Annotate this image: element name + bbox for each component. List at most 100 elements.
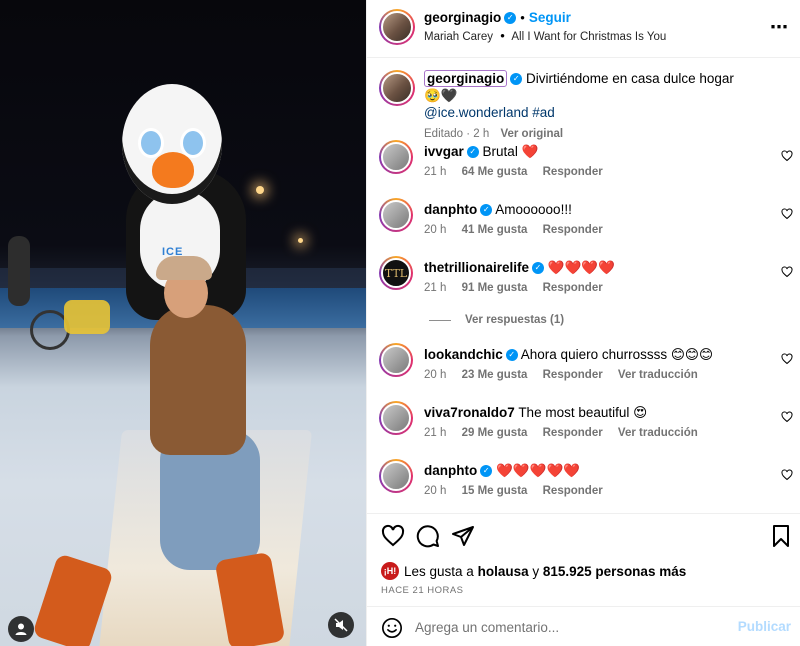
post-actions: ¡H! Les gusta a holausa y 815.925 person… [367, 513, 800, 603]
background-person [8, 236, 30, 306]
comment-composer: Publicar [367, 606, 800, 646]
tagged-users-button[interactable] [8, 616, 34, 642]
light [298, 238, 303, 243]
reply-button[interactable]: Responder [543, 485, 603, 497]
author-avatar[interactable] [379, 9, 415, 45]
comment-likes[interactable]: 29 Me gusta [462, 427, 528, 439]
like-comment-icon[interactable] [781, 411, 793, 423]
comment-item: viva7ronaldo7 The most beautiful 😍 21 h … [367, 401, 800, 457]
comment-meta: 20 h 23 Me gusta Responder Ver traducció… [424, 369, 710, 381]
like-comment-icon[interactable] [781, 469, 793, 481]
comment-item: danphto ✓ ❤️❤️❤️❤️❤️ 20 h 15 Me gusta Res… [367, 459, 800, 515]
comment-text: ❤️❤️❤️❤️❤️ [496, 463, 581, 478]
commenter-username[interactable]: ivvgar [424, 144, 464, 159]
comment-meta: 21 h 91 Me gusta Responder [424, 282, 615, 294]
comment-time: 20 h [424, 485, 447, 497]
comment-likes[interactable]: 41 Me gusta [462, 224, 528, 236]
commenter-avatar[interactable] [379, 459, 413, 493]
likes-summary: ¡H! Les gusta a holausa y 815.925 person… [381, 562, 686, 580]
author-line: georginagio ✓ • Seguir [424, 10, 571, 25]
reply-button[interactable]: Responder [543, 166, 603, 178]
comment-line: danphto ✓ ❤️❤️❤️❤️❤️ [424, 463, 580, 479]
emoji-icon[interactable] [381, 617, 403, 639]
mute-button[interactable] [328, 612, 354, 638]
comment-likes[interactable]: 64 Me gusta [462, 166, 528, 178]
post-panel: georginagio ✓ • Seguir Mariah Carey • Al… [366, 0, 800, 646]
like-icon[interactable] [381, 524, 405, 548]
verified-icon: ✓ [532, 262, 545, 275]
commenter-username[interactable]: danphto [424, 202, 477, 217]
like-comment-icon[interactable] [781, 266, 793, 278]
verified-icon: ✓ [505, 349, 518, 362]
person-cap [156, 256, 212, 280]
like-comment-icon[interactable] [781, 208, 793, 220]
author-username[interactable]: georginagio [424, 10, 501, 25]
like-comment-icon[interactable] [781, 353, 793, 365]
commenter-avatar[interactable] [379, 343, 413, 377]
likes-connector: y [532, 563, 540, 579]
person-coat [150, 305, 246, 455]
follow-button[interactable]: Seguir [529, 10, 571, 25]
reply-button[interactable]: Responder [543, 282, 603, 294]
comment-time: 21 h [424, 282, 447, 294]
commenter-username[interactable]: lookandchic [424, 347, 503, 362]
commenter-username[interactable]: danphto [424, 463, 477, 478]
penguin-eye [180, 128, 206, 158]
view-replies-button[interactable]: Ver respuestas (1) [429, 314, 564, 326]
see-original-button[interactable]: Ver original [500, 128, 563, 140]
caption-author-avatar[interactable] [379, 70, 415, 106]
comment-line: ivvgar ✓ Brutal ❤️ [424, 144, 538, 160]
comment-meta: 21 h 64 Me gusta Responder [424, 166, 615, 178]
comment-text: The most beautiful 😍 [518, 405, 648, 420]
comment-text: Brutal ❤️ [482, 144, 539, 159]
publish-button[interactable]: Publicar [738, 619, 791, 634]
likes-others[interactable]: 815.925 personas más [543, 564, 686, 579]
like-comment-icon[interactable] [781, 150, 793, 162]
caption-username[interactable]: georginagio [424, 70, 508, 87]
comment-text: Ahora quiero churrossss 😊😊😊 [520, 347, 714, 362]
comment-meta: 20 h 41 Me gusta Responder [424, 224, 615, 236]
translate-button[interactable]: Ver traducción [618, 427, 698, 439]
liker-username[interactable]: holausa [478, 564, 529, 579]
verified-icon: ✓ [480, 204, 493, 217]
commenter-avatar[interactable]: TTL [379, 256, 413, 290]
comment-time: 20 h [424, 369, 447, 381]
reply-button[interactable]: Responder [543, 427, 603, 439]
caption-hashtag[interactable]: #ad [532, 105, 555, 120]
avatar-logo: TTL [381, 258, 411, 288]
liker-avatar[interactable]: ¡H! [381, 562, 399, 580]
verified-icon: ✓ [504, 11, 517, 24]
comment-likes[interactable]: 15 Me gusta [462, 485, 528, 497]
comment-likes[interactable]: 23 Me gusta [462, 369, 528, 381]
comment-icon[interactable] [416, 524, 440, 548]
post-media[interactable]: ICE [0, 0, 366, 646]
commenter-username[interactable]: viva7ronaldo7 [424, 405, 515, 420]
comment-line: lookandchic ✓ Ahora quiero churrossss 😊😊😊 [424, 347, 713, 363]
user-icon [15, 623, 27, 635]
song-title: All I Want for Christmas Is You [511, 31, 667, 43]
reply-button[interactable]: Responder [543, 224, 603, 236]
verified-icon: ✓ [510, 73, 523, 86]
replies-line [429, 319, 451, 321]
translate-button[interactable]: Ver traducción [618, 369, 698, 381]
comment-likes[interactable]: 91 Me gusta [462, 282, 528, 294]
light [256, 186, 264, 194]
penguin-eye [138, 128, 164, 158]
song-artist: Mariah Carey [424, 31, 494, 43]
caption-mention[interactable]: @ice.wonderland [424, 105, 529, 120]
save-bookmark-icon[interactable] [769, 524, 793, 548]
comment-meta: 21 h 29 Me gusta Responder Ver traducció… [424, 427, 710, 439]
commenter-avatar[interactable] [379, 198, 413, 232]
audio-line[interactable]: Mariah Carey • All I Want for Christmas … [424, 28, 666, 43]
more-options-icon[interactable]: ⋯ [770, 17, 789, 38]
comment-input[interactable] [415, 616, 715, 638]
comment-time: 21 h [424, 427, 447, 439]
commenter-username[interactable]: thetrillionairelife [424, 260, 529, 275]
commenter-avatar[interactable] [379, 401, 413, 435]
post-timestamp[interactable]: HACE 21 HORAS [381, 585, 464, 596]
commenter-avatar[interactable] [379, 140, 413, 174]
reply-button[interactable]: Responder [543, 369, 603, 381]
comment-item: danphto ✓ Amoooooo!!! 20 h 41 Me gusta Re… [367, 198, 800, 254]
view-replies-label: Ver respuestas (1) [465, 314, 565, 326]
share-icon[interactable] [451, 524, 475, 548]
